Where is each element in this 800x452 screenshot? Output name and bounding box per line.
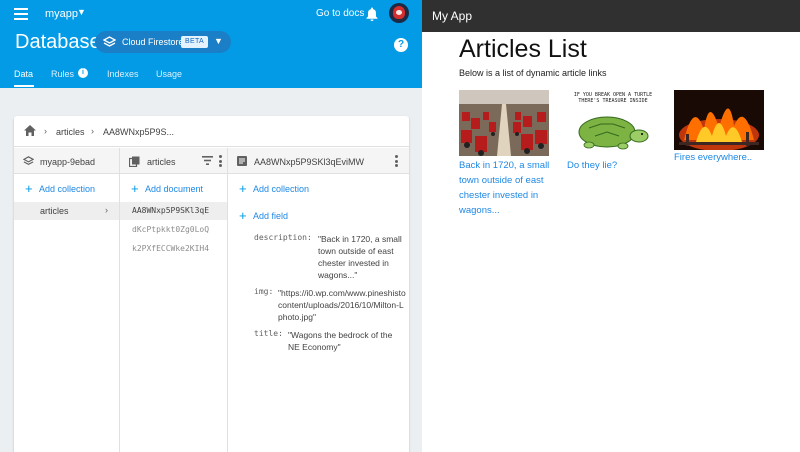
- document-column: AA8WNxp5P9SKl3qEviMW + Add collection + …: [228, 148, 409, 452]
- database-label: Cloud Firestore: [122, 37, 184, 47]
- console-header: myapp ▼ Go to docs Database Cloud Firest…: [0, 0, 422, 88]
- plus-icon: +: [131, 181, 139, 196]
- tab-indexes[interactable]: Indexes: [107, 69, 139, 79]
- firestore-icon: [23, 156, 34, 165]
- document-id: AA8WNxp5P9SKl3qEviMW: [254, 157, 365, 167]
- collection-column: articles + Add document AA8WNxp5P9SKl3qE…: [120, 148, 228, 452]
- page-title: Database: [15, 31, 101, 53]
- help-icon[interactable]: ?: [394, 38, 408, 52]
- add-collection-button[interactable]: + Add collection: [14, 180, 119, 200]
- article-link[interactable]: Back in 1720, a small town outside of ea…: [459, 158, 551, 218]
- image-caption: IF YOU BREAK OPEN A TURTLE THERE'S TREAS…: [573, 92, 653, 104]
- tab-usage[interactable]: Usage: [156, 69, 182, 79]
- home-icon[interactable]: [23, 124, 37, 137]
- project-selector[interactable]: myapp: [45, 8, 78, 20]
- menu-icon[interactable]: [14, 8, 28, 20]
- page-subtitle: Below is a list of dynamic article links: [459, 68, 607, 78]
- chevron-down-icon[interactable]: ▼: [77, 7, 86, 17]
- chevron-right-icon: ›: [44, 126, 47, 136]
- turtle-icon: [578, 116, 649, 150]
- plus-icon: +: [239, 181, 247, 196]
- beta-badge: BETA: [181, 36, 208, 48]
- tab-rules[interactable]: Rules: [51, 69, 74, 79]
- breadcrumb-item-collection[interactable]: articles: [56, 127, 85, 137]
- list-item[interactable]: AA8WNxp5P9SKl3qE: [120, 202, 227, 220]
- info-badge-icon: i: [78, 68, 88, 78]
- plus-icon: +: [239, 208, 247, 223]
- article-thumbnail[interactable]: [674, 90, 764, 150]
- more-vert-icon[interactable]: [395, 155, 398, 167]
- article-link[interactable]: Fires everywhere..: [674, 150, 766, 165]
- article-thumbnail[interactable]: IF YOU BREAK OPEN A TURTLE THERE'S TREAS…: [567, 90, 657, 156]
- chevron-right-icon: ›: [91, 126, 94, 136]
- breadcrumb-item-document[interactable]: AA8WNxp5P9S...: [103, 127, 174, 137]
- firebase-console: myapp ▼ Go to docs Database Cloud Firest…: [0, 0, 422, 452]
- active-tab-indicator: [14, 85, 34, 87]
- add-subcollection-button[interactable]: + Add collection: [228, 180, 409, 200]
- more-vert-icon[interactable]: [219, 155, 222, 167]
- go-to-docs-link[interactable]: Go to docs: [316, 8, 364, 19]
- column-header: articles: [120, 148, 227, 174]
- bell-icon[interactable]: [365, 6, 379, 22]
- firestore-icon: [103, 36, 116, 47]
- list-item[interactable]: articles ›: [14, 202, 119, 220]
- column-header: myapp-9ebad: [14, 148, 119, 174]
- plus-icon: +: [25, 181, 33, 196]
- add-field-button[interactable]: + Add field: [228, 207, 409, 227]
- my-app-window: My App Articles List Below is a list of …: [422, 0, 800, 452]
- breadcrumb: › articles › AA8WNxp5P9S...: [14, 116, 409, 147]
- app-bar: My App: [422, 0, 800, 32]
- filter-icon[interactable]: [202, 156, 213, 165]
- app-title: My App: [432, 9, 473, 23]
- document-icon: [237, 156, 247, 166]
- article-link[interactable]: Do they lie?: [567, 158, 659, 173]
- list-item[interactable]: k2PXfECCWke2KIH4: [120, 240, 227, 258]
- data-panel: › articles › AA8WNxp5P9S... myapp-9ebad …: [14, 116, 409, 452]
- database-selector[interactable]: Cloud Firestore BETA ▼: [95, 31, 231, 53]
- root-column: myapp-9ebad + Add collection articles ›: [14, 148, 120, 452]
- root-name: myapp-9ebad: [40, 157, 96, 167]
- avatar[interactable]: [389, 3, 409, 23]
- chevron-right-icon: ›: [105, 205, 108, 215]
- chevron-down-icon: ▼: [214, 36, 223, 46]
- add-document-button[interactable]: + Add document: [120, 180, 227, 200]
- tab-bar: Data Rules Indexes Usage: [0, 64, 422, 88]
- collection-icon: [129, 156, 140, 167]
- column-header: AA8WNxp5P9SKl3qEviMW: [228, 148, 409, 174]
- tab-data[interactable]: Data: [14, 69, 33, 79]
- page-title: Articles List: [459, 35, 587, 63]
- list-item[interactable]: dKcPtpkkt0Zg0LoQ: [120, 221, 227, 239]
- collection-name: articles: [147, 157, 176, 167]
- article-thumbnail[interactable]: [459, 90, 549, 156]
